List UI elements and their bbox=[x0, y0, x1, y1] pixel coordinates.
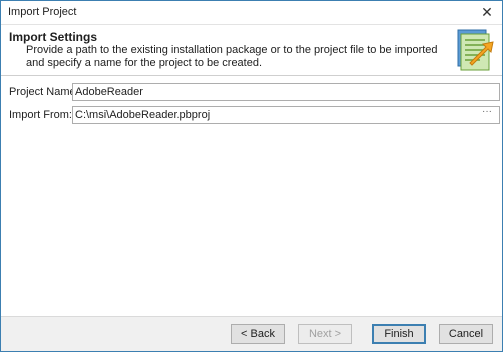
import-wizard-icon bbox=[457, 29, 494, 71]
import-project-dialog: Import Project ✕ Import Settings Provide… bbox=[0, 0, 503, 352]
import-form: Project Name: Import From: ··· bbox=[1, 76, 502, 316]
back-button[interactable]: < Back bbox=[231, 324, 285, 344]
project-name-label: Project Name: bbox=[9, 86, 79, 98]
wizard-footer: < Back Next > Finish Cancel bbox=[1, 316, 502, 351]
next-button[interactable]: Next > bbox=[298, 324, 352, 344]
import-from-label: Import From: bbox=[9, 109, 72, 121]
header-title: Import Settings bbox=[9, 30, 98, 44]
close-button[interactable]: ✕ bbox=[472, 1, 502, 24]
browse-button[interactable]: ··· bbox=[480, 107, 494, 121]
header-description: Provide a path to the existing installat… bbox=[26, 44, 438, 69]
title-bar: Import Project ✕ bbox=[1, 1, 502, 25]
import-from-input[interactable] bbox=[72, 106, 500, 124]
wizard-header: Import Settings Provide a path to the ex… bbox=[1, 25, 502, 76]
cancel-button[interactable]: Cancel bbox=[439, 324, 493, 344]
finish-button[interactable]: Finish bbox=[372, 324, 426, 344]
window-title: Import Project bbox=[8, 6, 77, 18]
import-from-row: Import From: ··· bbox=[1, 106, 502, 124]
project-name-row: Project Name: bbox=[1, 83, 502, 101]
project-name-input[interactable] bbox=[72, 83, 500, 101]
close-icon: ✕ bbox=[481, 4, 493, 20]
